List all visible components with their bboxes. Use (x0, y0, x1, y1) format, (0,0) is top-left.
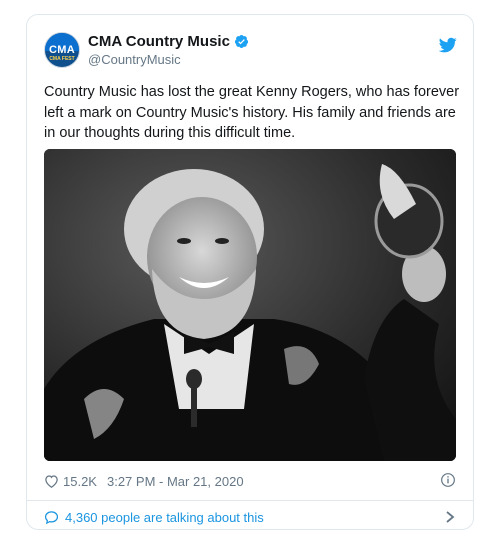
heart-icon (45, 475, 58, 488)
avatar-logo-text: CMA (49, 44, 75, 56)
tweet-text: Country Music has lost the great Kenny R… (44, 84, 460, 141)
display-name[interactable]: CMA Country Music (88, 33, 230, 50)
handle[interactable]: @CountryMusic (88, 52, 249, 67)
verified-badge-icon (234, 34, 249, 49)
conversation-label: 4,360 people are talking about this (65, 509, 264, 525)
avatar-logo-subtext: CMA FEST (49, 56, 75, 62)
like-count: 15.2K (63, 473, 97, 489)
divider (27, 500, 473, 501)
author-names: CMA Country Music @CountryMusic (88, 33, 249, 67)
like-button[interactable]: 15.2K (44, 474, 97, 489)
tweet-header: CMA CMA FEST CMA Country Music @CountryM… (44, 32, 458, 72)
conversation-link[interactable]: 4,360 people are talking about this (44, 509, 456, 525)
info-icon[interactable] (440, 472, 456, 488)
avatar[interactable]: CMA CMA FEST (44, 32, 80, 68)
twitter-bird-icon[interactable] (438, 36, 458, 54)
tweet-photo[interactable] (44, 149, 456, 461)
tweet-meta: 15.2K 3:27 PM - Mar 21, 2020 (44, 472, 456, 490)
photo-illustration (44, 149, 456, 461)
chevron-right-icon[interactable] (444, 510, 456, 524)
tweet-card[interactable]: CMA CMA FEST CMA Country Music @CountryM… (26, 14, 474, 530)
timestamp-link[interactable]: 3:27 PM - Mar 21, 2020 (107, 474, 244, 489)
speech-bubble-icon (44, 510, 59, 524)
